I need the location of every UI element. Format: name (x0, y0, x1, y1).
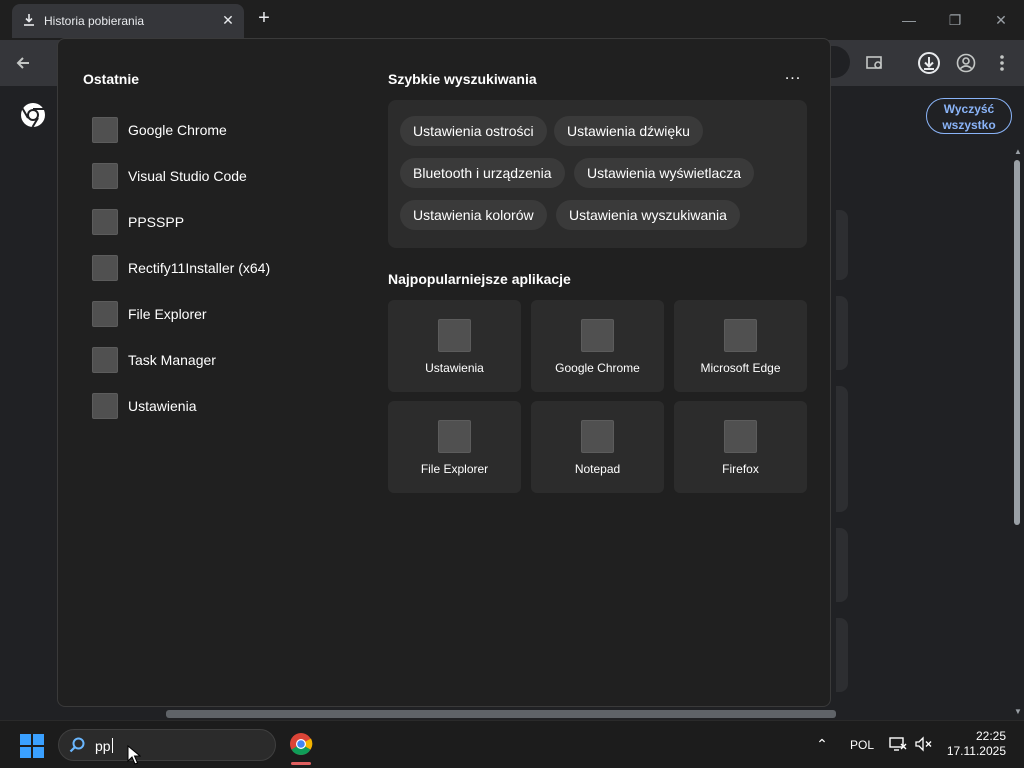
recent-item-task-manager[interactable]: Task Manager (92, 337, 342, 383)
restore-icon[interactable]: ❐ (940, 8, 970, 32)
top-app-tile[interactable]: Google Chrome (531, 300, 664, 392)
app-icon (92, 209, 118, 235)
quick-search-chip[interactable]: Bluetooth i urządzenia (400, 158, 565, 188)
text-caret (111, 738, 113, 753)
search-flyout: Ostatnie Google Chrome Visual Studio Cod… (57, 38, 831, 707)
download-card (836, 296, 848, 370)
scroll-up-icon[interactable]: ▲ (1012, 146, 1024, 158)
top-app-label: Ustawienia (425, 361, 484, 375)
recent-item-rectify11-installer[interactable]: Rectify11Installer (x64) (92, 245, 342, 291)
mouse-pointer-icon (127, 745, 141, 765)
chrome-taskbar-icon[interactable] (289, 732, 313, 756)
app-icon (92, 347, 118, 373)
recent-item-label: PPSSPP (128, 214, 185, 230)
tab-search-icon[interactable] (862, 50, 888, 76)
top-app-label: Microsoft Edge (700, 361, 781, 375)
download-card (836, 618, 848, 692)
network-icon[interactable] (889, 736, 907, 752)
recent-list: Google Chrome Visual Studio Code PPSSPP … (92, 107, 342, 429)
show-hidden-icons-chevron-icon[interactable]: ⌃ (814, 736, 830, 752)
top-app-label: Firefox (722, 462, 759, 476)
clock-time: 22:25 (975, 729, 1006, 743)
recent-item-label: Ustawienia (128, 398, 197, 414)
quick-search-chip[interactable]: Ustawienia dźwięku (554, 116, 703, 146)
recent-item-label: Visual Studio Code (128, 168, 247, 184)
recent-item-google-chrome[interactable]: Google Chrome (92, 107, 342, 153)
scroll-thumb[interactable] (1014, 160, 1020, 525)
tab-strip: Historia pobierania ✕ + — ❐ ✕ (0, 0, 1024, 40)
horizontal-scroll-thumb[interactable] (166, 710, 836, 718)
recent-item-ustawienia[interactable]: Ustawienia (92, 383, 342, 429)
profile-icon[interactable] (953, 50, 979, 76)
top-app-tile[interactable]: File Explorer (388, 401, 521, 493)
download-icon (24, 14, 34, 26)
input-language[interactable]: POL (850, 738, 874, 752)
new-tab-icon[interactable]: + (254, 8, 274, 28)
back-arrow-icon[interactable] (10, 50, 36, 76)
clear-all-button[interactable]: Wyczyść wszystko (926, 98, 1012, 134)
download-card (836, 210, 848, 280)
recent-item-label: Task Manager (128, 352, 216, 368)
windows-start-icon[interactable] (20, 734, 44, 758)
taskbar-clock[interactable]: 22:25 17.11.2025 (942, 729, 1006, 759)
scroll-down-icon[interactable]: ▼ (1012, 706, 1024, 718)
top-app-label: File Explorer (420, 462, 489, 476)
tab-close-icon[interactable]: ✕ (220, 12, 236, 28)
recent-item-label: File Explorer (128, 306, 207, 322)
app-icon (92, 393, 118, 419)
top-app-label: Notepad (574, 462, 621, 476)
quick-search-chip[interactable]: Ustawienia kolorów (400, 200, 547, 230)
tab-download-history[interactable]: Historia pobierania ✕ (12, 4, 244, 38)
top-app-tile[interactable]: Notepad (531, 401, 664, 493)
recent-item-label: Rectify11Installer (x64) (128, 260, 271, 276)
app-icon (724, 420, 757, 453)
more-options-button[interactable]: ... (782, 67, 804, 87)
top-app-tile[interactable]: Firefox (674, 401, 807, 493)
downloads-icon[interactable] (916, 50, 942, 76)
quick-search-chip[interactable]: Ustawienia wyszukiwania (556, 200, 740, 230)
clock-date: 17.11.2025 (946, 744, 1006, 758)
quick-search-chip[interactable]: Ustawienia wyświetlacza (574, 158, 755, 188)
running-indicator (291, 762, 311, 765)
top-app-tile[interactable]: Ustawienia (388, 300, 521, 392)
top-apps-heading: Najpopularniejsze aplikacje (388, 271, 571, 287)
app-icon (438, 420, 471, 453)
download-card (836, 386, 848, 512)
recent-heading: Ostatnie (83, 71, 140, 87)
tab-title: Historia pobierania (44, 14, 145, 28)
chrome-logo-icon (21, 103, 45, 128)
app-icon (92, 117, 118, 143)
top-app-tile[interactable]: Microsoft Edge (674, 300, 807, 392)
app-icon (92, 163, 118, 189)
top-app-label: Google Chrome (555, 361, 640, 375)
quick-search-chip[interactable]: Ustawienia ostrości (400, 116, 547, 146)
quick-searches-panel: Ustawienia ostrości Ustawienia dźwięku B… (388, 100, 807, 248)
app-icon (581, 420, 614, 453)
volume-muted-icon[interactable] (915, 736, 933, 752)
search-query: pp (95, 738, 111, 754)
recent-item-label: Google Chrome (128, 122, 227, 138)
recent-item-ppsspp[interactable]: PPSSPP (92, 199, 342, 245)
app-icon (92, 301, 118, 327)
close-window-icon[interactable]: ✕ (986, 8, 1016, 32)
app-icon (581, 319, 614, 352)
minimize-icon[interactable]: — (894, 8, 924, 32)
recent-item-file-explorer[interactable]: File Explorer (92, 291, 342, 337)
app-icon (724, 319, 757, 352)
recent-item-visual-studio-code[interactable]: Visual Studio Code (92, 153, 342, 199)
taskbar-search-input[interactable]: pp (58, 729, 276, 761)
app-icon (92, 255, 118, 281)
app-icon (438, 319, 471, 352)
quick-searches-heading: Szybkie wyszukiwania (388, 71, 537, 87)
search-icon (69, 737, 85, 753)
download-card (836, 528, 848, 602)
menu-kebab-icon[interactable] (989, 50, 1015, 76)
